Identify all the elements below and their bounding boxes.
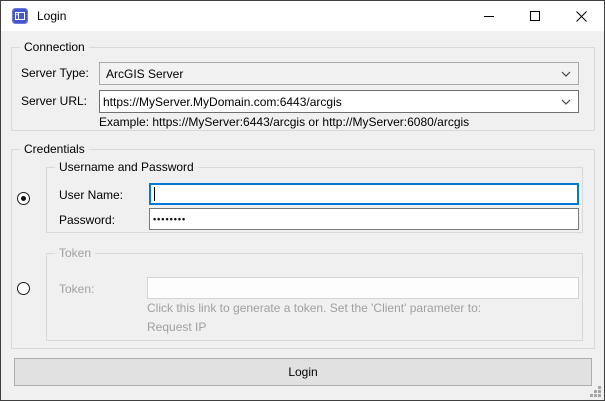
server-url-label: Server URL: (21, 94, 87, 108)
user-name-label: User Name: (59, 188, 123, 202)
minimize-icon (484, 11, 495, 22)
token-label: Token: (59, 282, 94, 296)
app-form-icon (12, 8, 28, 24)
credentials-legend: Credentials (20, 142, 89, 156)
token-legend: Token (55, 246, 95, 260)
token-help-text: Click this link to generate a token. Set… (147, 301, 481, 315)
login-button[interactable]: Login (14, 358, 592, 386)
close-icon (576, 11, 587, 22)
server-url-combobox[interactable]: https://MyServer.MyDomain.com:6443/arcgi… (99, 90, 579, 113)
login-dialog: Login Connection Server Type: ArcGIS Ser… (0, 0, 605, 401)
chevron-down-icon (561, 99, 571, 105)
text-caret (154, 187, 155, 201)
token-input (147, 277, 579, 299)
minimize-button[interactable] (466, 1, 512, 31)
server-type-select[interactable]: ArcGIS Server (99, 62, 579, 85)
username-password-radio[interactable] (17, 192, 30, 205)
server-url-value: https://MyServer.MyDomain.com:6443/arcgi… (103, 95, 342, 109)
connection-legend: Connection (20, 40, 89, 54)
maximize-button[interactable] (512, 1, 558, 31)
server-type-value: ArcGIS Server (106, 67, 183, 81)
chevron-down-icon (561, 71, 571, 77)
token-client-value: Request IP (147, 320, 206, 334)
password-input[interactable] (149, 208, 579, 230)
username-password-legend: Username and Password (55, 160, 198, 174)
window-title: Login (37, 9, 66, 23)
user-name-input[interactable] (149, 183, 579, 205)
resize-grip-icon[interactable] (589, 385, 602, 398)
maximize-icon (530, 11, 541, 22)
token-radio[interactable] (17, 282, 30, 295)
password-label: Password: (59, 213, 115, 227)
server-type-label: Server Type: (21, 66, 89, 80)
titlebar: Login (1, 1, 604, 31)
close-button[interactable] (558, 1, 604, 31)
server-url-example: Example: https://MyServer:6443/arcgis or… (99, 115, 469, 129)
